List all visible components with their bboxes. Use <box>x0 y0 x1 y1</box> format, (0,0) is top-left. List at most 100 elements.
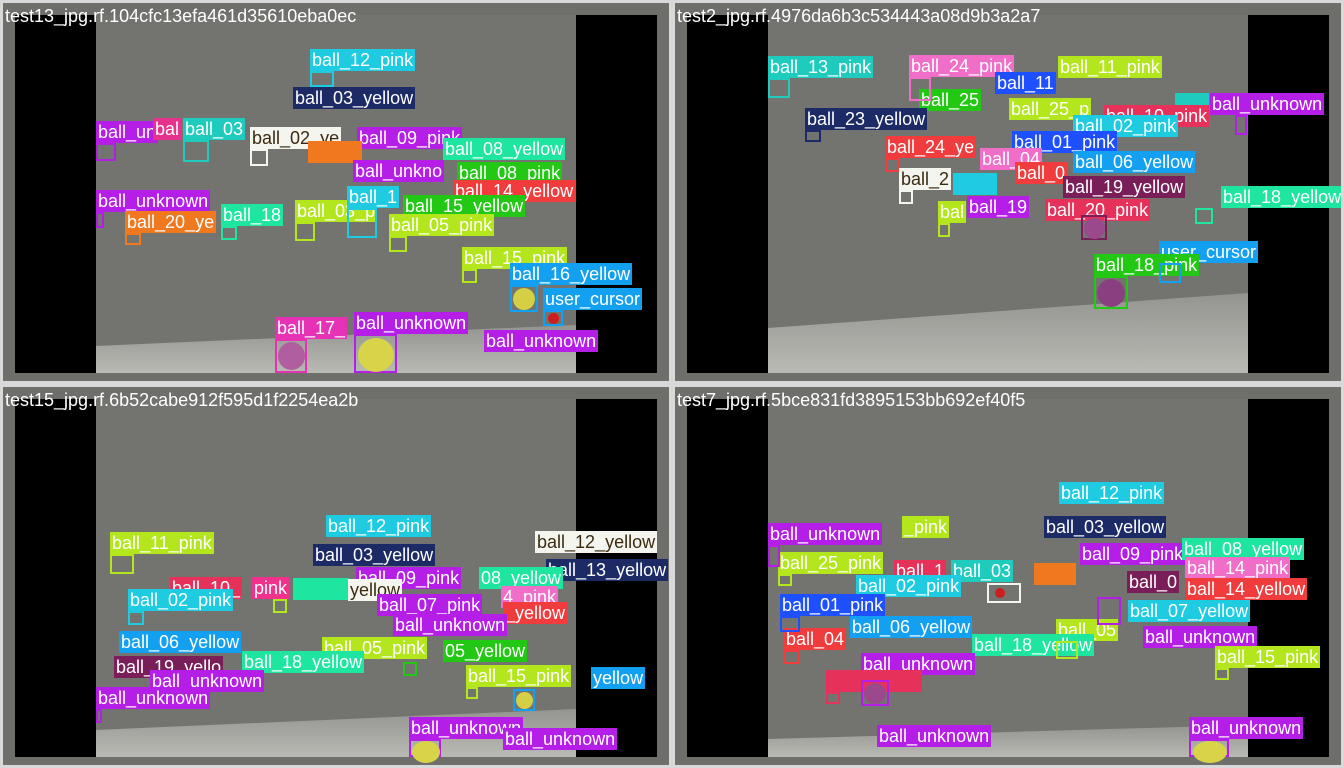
detection-box <box>1195 208 1213 224</box>
cursor-box <box>1159 263 1181 283</box>
user-cursor-dot <box>548 313 559 324</box>
detection-label: ball_unknown <box>1143 626 1258 648</box>
detection-label: ball_18_yellow <box>1221 186 1341 208</box>
detection-box <box>462 269 477 283</box>
label-fragment <box>953 173 997 195</box>
detection-box <box>778 574 792 586</box>
detection-box <box>96 212 104 228</box>
detection-label: ball_0 <box>1127 571 1180 593</box>
detection-label: ball_07_pink <box>377 594 483 616</box>
detection-box <box>826 692 840 704</box>
detection-label: ball_01_pink <box>780 594 886 616</box>
black-bar-left <box>15 399 96 757</box>
detection-label: ball_13_pink <box>768 56 874 78</box>
detection-label: ball_unkno <box>353 160 445 182</box>
detection-box <box>96 143 116 161</box>
floor <box>768 293 1248 373</box>
panel-title: test13_jpg.rf.104cfc13efa461d35610eba0ec <box>5 6 357 26</box>
detection-label: ball_12_pink <box>326 515 432 537</box>
panel-test2: test2_jpg.rf.4976da6b3c534443a08d9b3a2a7… <box>675 3 1341 381</box>
detection-label: ball_unknown <box>768 523 883 545</box>
detection-label: ball_11_pink <box>110 532 214 554</box>
detection-box <box>96 709 102 723</box>
detection-label: ball_12_pink <box>310 49 416 71</box>
detection-label: ball_2 <box>899 168 952 190</box>
detection-label: ball_0 <box>1015 162 1068 184</box>
detection-label: _yellow <box>503 602 568 624</box>
detection-box <box>768 78 790 98</box>
detection-label: ball_11 <box>995 72 1056 94</box>
detection-label: pink <box>252 577 290 599</box>
detection-label: ball_08_yellow <box>443 138 566 160</box>
detection-box <box>909 77 931 101</box>
floor <box>768 725 1248 757</box>
detection-box <box>389 236 407 252</box>
detection-label: ball_unknown <box>484 330 599 352</box>
detection-label: ball_20_ye <box>125 211 217 233</box>
detection-label: ball_06_yellow <box>1073 151 1196 173</box>
detection-label: ball_11_pink <box>1058 56 1162 78</box>
black-bar-left <box>15 15 96 373</box>
detection-label: ball_16_yellow <box>510 263 633 285</box>
detection-label: ball_unknown <box>96 190 211 212</box>
detection-label: ball_unknown <box>1189 717 1304 739</box>
detection-label: ball_03_yellow <box>313 544 436 566</box>
detection-box <box>780 616 800 632</box>
panel-test13: test13_jpg.rf.104cfc13efa461d35610eba0ec… <box>3 3 669 381</box>
detection-label: ball_unknown <box>96 687 211 709</box>
detection-label: ball_24_ye <box>885 136 977 158</box>
detection-box <box>250 149 268 166</box>
detection-label: bal <box>153 118 182 140</box>
black-bar-left <box>687 15 768 373</box>
detection-label: ball_18_pink <box>1094 254 1200 276</box>
ball-16-yellow <box>516 692 533 709</box>
detection-box <box>1235 115 1247 135</box>
ball-6-pink <box>864 683 886 704</box>
detection-box <box>295 222 315 241</box>
detection-box <box>183 140 209 162</box>
detection-label: ball_un <box>96 121 159 143</box>
detection-box <box>1215 668 1229 680</box>
detection-label: ball_07_yellow <box>1128 600 1251 622</box>
detection-label: user_cursor <box>543 288 643 310</box>
detection-label: ball_unknown <box>877 725 992 747</box>
detection-label: ball_03_yellow <box>1044 516 1167 538</box>
detection-label: ball_15_pink <box>466 665 572 687</box>
detection-label: ball_19_yellow <box>1063 176 1186 198</box>
detection-label: ball_unknown <box>1210 93 1325 115</box>
panel-test7: test7_jpg.rf.5bce831fd3895153bb692ef40f5… <box>675 387 1341 765</box>
detection-label: ball_14_pink <box>1185 557 1291 579</box>
panel-test15: test15_jpg.rf.6b52cabe912f595d1f2254ea2b… <box>3 387 669 765</box>
detection-label: ball_unknown <box>503 728 618 750</box>
detection-label: ball_unknown <box>354 312 469 334</box>
detection-box <box>110 554 134 574</box>
detection-label: ball_06_yellow <box>850 616 973 638</box>
detection-label: ball_19 <box>967 196 1030 218</box>
detection-label: ball_23_yellow <box>805 108 928 130</box>
detection-box <box>899 190 913 204</box>
detection-box <box>466 687 478 699</box>
detection-label: ball_15_pink <box>1215 646 1321 668</box>
detection-label: ball_09_pink <box>1080 543 1186 565</box>
panel-title: test7_jpg.rf.5bce831fd3895153bb692ef40f5 <box>677 390 1026 410</box>
detection-box <box>128 611 144 625</box>
detection-box <box>1056 641 1078 659</box>
detection-box <box>310 71 334 87</box>
detection-label: ball_12_pink <box>1059 482 1165 504</box>
ball-6-pink <box>1084 218 1105 239</box>
ball-16-yellow <box>513 288 535 310</box>
detection-label: ball_06_yellow <box>119 631 242 653</box>
detection-label: ball_12_yellow <box>535 531 658 553</box>
detection-label: ball_1 <box>347 186 400 208</box>
detection-label: bal <box>938 201 967 223</box>
ball-17-yellow <box>358 338 394 372</box>
label-fragment <box>293 578 349 600</box>
detection-label: ball_25_pink <box>778 552 884 574</box>
detection-box <box>768 545 780 567</box>
detection-label: ball_02_pink <box>128 589 234 611</box>
detection-label: ball_17_ <box>275 317 348 339</box>
ball-yellow <box>1193 741 1227 763</box>
detection-box <box>403 662 417 676</box>
ball-17-pink <box>278 342 305 370</box>
panel-title: test15_jpg.rf.6b52cabe912f595d1f2254ea2b <box>5 390 359 410</box>
